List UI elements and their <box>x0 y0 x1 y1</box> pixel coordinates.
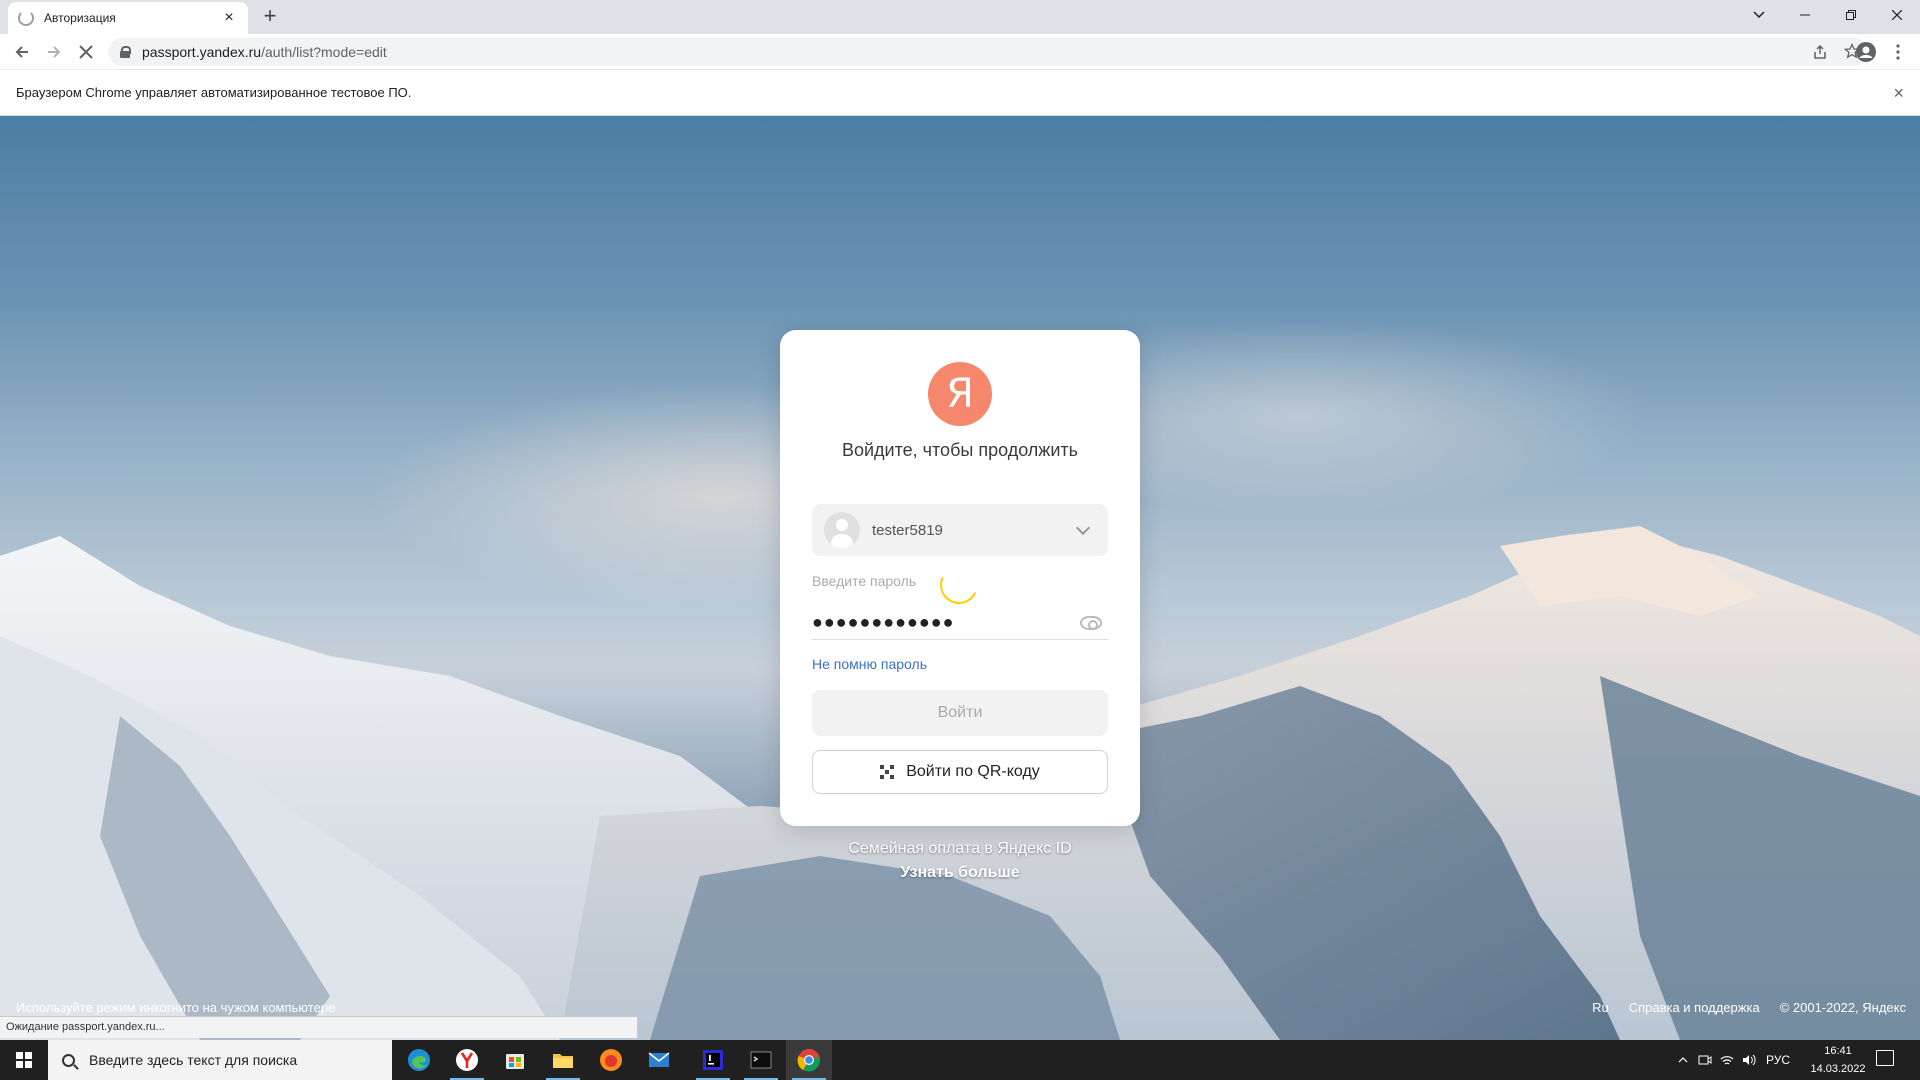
restore-button[interactable] <box>1828 0 1874 30</box>
page-content: Я Войдите, чтобы продолжить tester5819 В… <box>0 116 1920 1040</box>
volume-icon[interactable] <box>1738 1054 1760 1066</box>
profile-avatar-icon <box>1856 42 1876 62</box>
chrome-icon <box>797 1049 820 1072</box>
stop-loading-button[interactable] <box>72 38 100 66</box>
taskbar-app-terminal[interactable] <box>738 1040 784 1080</box>
clock-time: 16:41 <box>1824 1045 1852 1057</box>
firefox-icon <box>600 1049 622 1071</box>
yandex-logo[interactable]: Я <box>928 362 992 426</box>
password-label: Введите пароль <box>812 573 917 589</box>
notifications-icon[interactable] <box>1876 1050 1894 1066</box>
address-bar[interactable]: passport.yandex.ru/auth/list?mode=edit <box>108 38 1868 66</box>
lock-icon <box>120 46 131 58</box>
meet-now-icon[interactable] <box>1694 1054 1716 1066</box>
start-button[interactable] <box>0 1040 48 1080</box>
close-icon <box>1892 10 1902 20</box>
card-title: Войдите, чтобы продолжить <box>841 440 1079 460</box>
file-explorer-icon <box>553 1054 573 1068</box>
login-button-label: Войти <box>937 704 983 721</box>
url-text: passport.yandex.ru/auth/list?mode=edit <box>142 44 387 60</box>
tray-chevron-up-icon[interactable] <box>1672 1057 1694 1063</box>
chevron-down-icon <box>1753 11 1765 19</box>
new-tab-button[interactable]: + <box>258 5 282 29</box>
copyright: © 2001-2022, Яндекс <box>1779 1000 1906 1015</box>
infobar-text: Браузером Chrome управляет автоматизиров… <box>16 85 412 100</box>
tab-strip: Авторизация × + <box>0 0 1920 34</box>
close-window-button[interactable] <box>1874 0 1920 30</box>
login-card: Я Войдите, чтобы продолжить tester5819 В… <box>780 330 1140 826</box>
terminal-icon <box>750 1051 772 1069</box>
url-path: /auth/list?mode=edit <box>261 44 387 60</box>
login-button[interactable]: Войти <box>812 690 1108 736</box>
taskbar-search-placeholder: Введите здесь текст для поиска <box>89 1052 298 1068</box>
mail-icon <box>648 1052 670 1067</box>
language-switch[interactable]: Ru <box>1592 1000 1609 1015</box>
taskbar-app-store[interactable] <box>492 1040 538 1080</box>
incognito-tip-link[interactable]: Используйте режим инкогнито на чужом ком… <box>16 1000 335 1015</box>
status-bubble: Ожидание passport.yandex.ru... <box>0 1016 638 1038</box>
stop-x-icon <box>79 45 93 59</box>
avatar <box>824 512 860 548</box>
learn-more-link[interactable]: Узнать больше <box>0 864 1920 882</box>
loading-favicon-icon <box>18 10 34 26</box>
profile-button[interactable] <box>1852 38 1880 66</box>
taskbar-app-edge[interactable] <box>396 1040 442 1080</box>
edge-icon <box>408 1049 430 1071</box>
clock-date: 14.03.2022 <box>1810 1063 1866 1075</box>
account-selector[interactable]: tester5819 <box>812 504 1108 556</box>
wifi-icon[interactable] <box>1716 1054 1738 1066</box>
yandex-browser-icon <box>456 1049 478 1071</box>
share-icon[interactable] <box>1812 44 1828 65</box>
promo-text: Семейная оплата в Яндекс ID <box>848 840 1072 857</box>
taskbar-app-explorer[interactable] <box>540 1040 586 1080</box>
browser-tab[interactable]: Авторизация × <box>8 2 248 34</box>
minimize-icon <box>1800 14 1810 16</box>
intellij-icon <box>703 1050 723 1070</box>
show-password-eye-icon[interactable] <box>1080 615 1102 630</box>
password-field[interactable]: ●●●●●●●●●●●● <box>812 606 1108 640</box>
qr-login-button[interactable]: Войти по QR-коду <box>812 750 1108 794</box>
qr-code-icon <box>880 765 896 779</box>
help-link[interactable]: Справка и поддержка <box>1629 1000 1760 1015</box>
tab-title: Авторизация <box>44 11 116 25</box>
forward-arrow-icon <box>48 46 61 58</box>
back-button[interactable] <box>8 38 36 66</box>
automation-infobar: Браузером Chrome управляет автоматизиров… <box>0 70 1920 116</box>
infobar-close-icon[interactable]: × <box>1893 83 1904 104</box>
tab-close-icon[interactable]: × <box>220 10 238 26</box>
taskbar-app-firefox[interactable] <box>588 1040 634 1080</box>
chevron-down-icon <box>1075 520 1091 536</box>
forgot-password-link[interactable]: Не помню пароль <box>812 656 927 672</box>
footer-links: Ru Справка и поддержка © 2001-2022, Янде… <box>1592 1000 1906 1015</box>
store-icon <box>506 1054 524 1069</box>
chrome-menu-button[interactable] <box>1884 38 1912 66</box>
taskbar-app-intellij[interactable] <box>690 1040 736 1080</box>
minimize-button[interactable] <box>1782 0 1828 30</box>
taskbar-app-mail[interactable] <box>636 1040 682 1080</box>
browser-toolbar: passport.yandex.ru/auth/list?mode=edit <box>0 34 1920 70</box>
password-value[interactable]: ●●●●●●●●●●●● <box>812 612 1080 633</box>
url-host: passport.yandex.ru <box>142 44 262 60</box>
system-tray: РУС <box>1672 1040 1790 1080</box>
taskbar-clock[interactable]: 16:41 14.03.2022 <box>1802 1042 1874 1078</box>
qr-login-label: Войти по QR-коду <box>906 763 1040 780</box>
taskbar-app-chrome[interactable] <box>786 1040 832 1080</box>
taskbar-search[interactable]: Введите здесь текст для поиска <box>48 1040 392 1080</box>
loading-spinner-icon <box>934 560 984 610</box>
taskbar-app-yandex[interactable] <box>444 1040 490 1080</box>
windows-taskbar: Введите здесь текст для поиска РУС 16:41… <box>0 1040 1920 1080</box>
forward-button[interactable] <box>40 38 68 66</box>
kebab-menu-icon <box>1896 44 1900 60</box>
windows-logo-icon <box>16 1052 32 1068</box>
back-arrow-icon <box>15 46 28 58</box>
search-icon <box>62 1053 75 1067</box>
restore-icon <box>1846 10 1856 20</box>
account-login: tester5819 <box>872 521 943 539</box>
status-text: Ожидание passport.yandex.ru... <box>6 1021 165 1033</box>
tab-search-button[interactable] <box>1736 0 1782 30</box>
input-language[interactable]: РУС <box>1766 1053 1790 1067</box>
